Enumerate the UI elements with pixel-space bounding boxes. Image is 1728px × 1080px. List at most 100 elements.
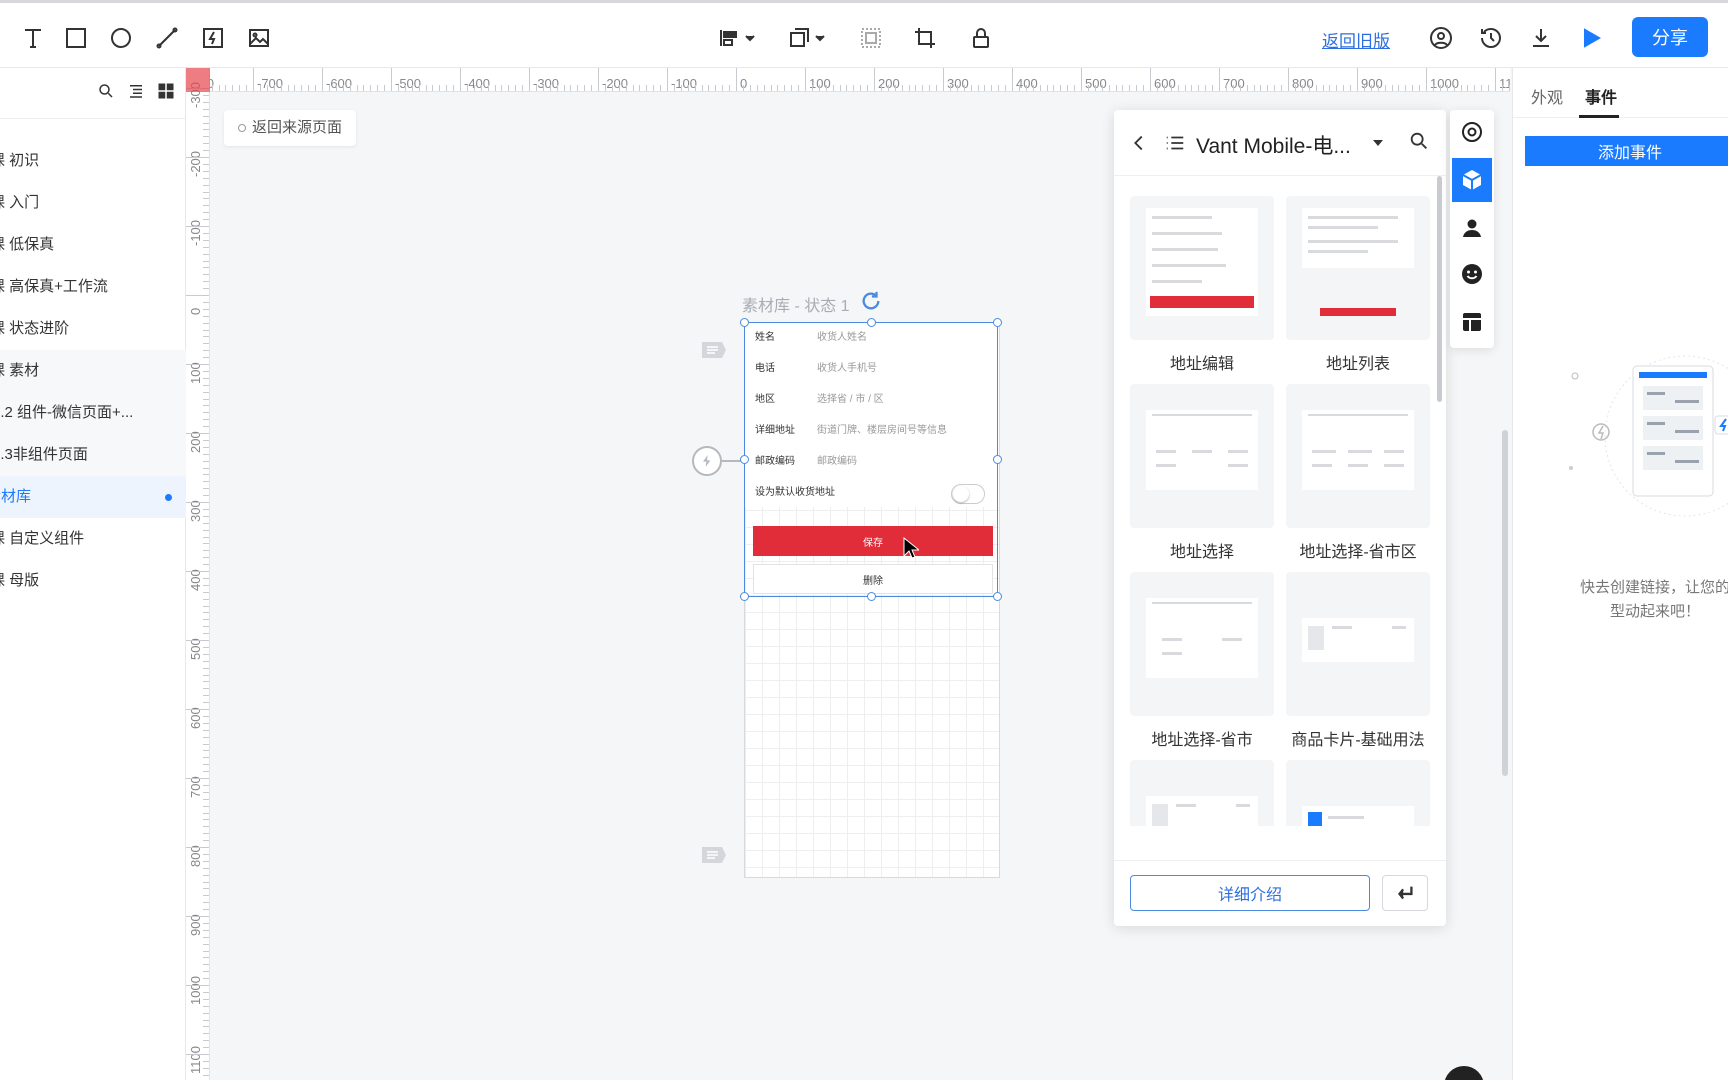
grid-icon[interactable] bbox=[157, 82, 175, 100]
page-item[interactable]: 课 素材 bbox=[0, 350, 186, 392]
ruler-tick-label: 700 bbox=[188, 776, 203, 798]
ruler-tick bbox=[203, 860, 209, 862]
field-placeholder: 邮政编码 bbox=[817, 456, 857, 467]
library-card[interactable]: 商品卡片-基础用法 bbox=[1286, 572, 1430, 750]
user-circle-icon[interactable] bbox=[1428, 25, 1454, 51]
ruler-tick bbox=[846, 85, 848, 91]
share-button[interactable]: 分享 bbox=[1632, 17, 1708, 57]
image-icon[interactable] bbox=[246, 25, 272, 51]
caret-down-icon[interactable] bbox=[1372, 136, 1384, 154]
ruler-tick bbox=[1163, 85, 1165, 91]
ruler-tick bbox=[529, 68, 530, 91]
interaction-bolt-icon[interactable] bbox=[692, 446, 722, 476]
line-icon[interactable] bbox=[154, 25, 180, 51]
ruler-tick bbox=[203, 943, 209, 945]
ruler-tick bbox=[203, 281, 209, 283]
search-icon[interactable] bbox=[1408, 130, 1430, 157]
library-card[interactable]: 地址选择-省市 bbox=[1130, 572, 1274, 750]
user-icon[interactable] bbox=[1452, 206, 1492, 250]
download-icon[interactable] bbox=[1528, 25, 1554, 51]
crop-icon[interactable] bbox=[912, 25, 938, 51]
back-old-version-link[interactable]: 返回旧版 bbox=[1322, 27, 1390, 52]
layout-icon[interactable] bbox=[1452, 300, 1492, 344]
save-button[interactable]: 保存 bbox=[753, 526, 993, 556]
help-badge[interactable] bbox=[1444, 1066, 1484, 1080]
detail-intro-button[interactable]: 详细介绍 bbox=[1130, 875, 1370, 911]
group-icon[interactable] bbox=[858, 25, 884, 51]
page-item[interactable]: 课 高保真+工作流 bbox=[0, 266, 186, 308]
ruler-tick-label: -600 bbox=[326, 76, 353, 91]
default-address-toggle[interactable] bbox=[951, 484, 985, 504]
ruler-tick-label: -400 bbox=[464, 76, 491, 91]
ruler-tick bbox=[1308, 85, 1310, 91]
ruler-tick bbox=[1184, 85, 1186, 91]
play-icon[interactable] bbox=[1578, 25, 1604, 51]
library-card[interactable] bbox=[1130, 760, 1274, 826]
page-item[interactable]: 课 初识 bbox=[0, 140, 186, 182]
ruler-tick bbox=[203, 1033, 209, 1035]
note-icon[interactable] bbox=[700, 845, 728, 865]
bolt-frame-icon[interactable] bbox=[200, 25, 226, 51]
page-item[interactable]: 2.2 组件-微信页面+... bbox=[0, 392, 186, 434]
page-item[interactable]: 课 状态进阶 bbox=[0, 308, 186, 350]
ruler-tick bbox=[1150, 68, 1151, 91]
form-row[interactable]: 电话 收货人手机号 bbox=[755, 354, 991, 384]
add-event-button[interactable]: 添加事件 bbox=[1525, 136, 1728, 166]
text-icon[interactable] bbox=[20, 25, 46, 51]
list-icon[interactable] bbox=[1164, 132, 1186, 159]
ruler-tick bbox=[494, 85, 496, 91]
library-card[interactable]: 地址选择 bbox=[1130, 384, 1274, 562]
ruler-tick-label: -200 bbox=[602, 76, 629, 91]
page-item-active[interactable]: 素材库 bbox=[0, 476, 186, 518]
emoji-icon[interactable] bbox=[1452, 252, 1492, 296]
canvas-scrollbar[interactable] bbox=[1502, 430, 1508, 776]
search-icon[interactable] bbox=[97, 82, 115, 100]
ruler-tick bbox=[203, 950, 209, 952]
library-card[interactable]: 地址编辑 bbox=[1130, 196, 1274, 374]
align-dropdown-icon[interactable] bbox=[718, 25, 758, 51]
form-row[interactable]: 姓名 收货人姓名 bbox=[755, 323, 991, 353]
form-row[interactable]: 地区 选择省 / 市 / 区 bbox=[755, 385, 991, 415]
form-row[interactable]: 邮政编码 邮政编码 bbox=[755, 447, 991, 477]
target-icon[interactable] bbox=[1452, 110, 1492, 154]
form-row[interactable]: 设为默认收货地址 bbox=[755, 478, 991, 508]
library-card[interactable]: 地址列表 bbox=[1286, 196, 1430, 374]
page-item[interactable]: 课 母版 bbox=[0, 560, 186, 602]
ruler-tick bbox=[791, 85, 793, 91]
page-item[interactable]: 2.3非组件页面 bbox=[0, 434, 186, 476]
ruler-tick bbox=[1281, 85, 1283, 91]
page-item[interactable]: 课 入门 bbox=[0, 182, 186, 224]
ruler-tick bbox=[784, 85, 786, 91]
arrange-dropdown-icon[interactable] bbox=[788, 25, 828, 51]
ruler-tick bbox=[715, 85, 717, 91]
note-icon[interactable] bbox=[700, 340, 728, 360]
page-item[interactable]: 课 低保真 bbox=[0, 224, 186, 266]
history-icon[interactable] bbox=[1478, 25, 1504, 51]
vertical-ruler: -300 -200 -100 0 100 200 300 400 500 600 700 800 900… bbox=[186, 68, 210, 1080]
ruler-tick bbox=[203, 177, 209, 179]
back-to-source-button[interactable]: 返回来源页面 bbox=[224, 110, 357, 146]
page-item[interactable]: 课 自定义组件 bbox=[0, 518, 186, 560]
circle-icon[interactable] bbox=[108, 25, 134, 51]
ruler-tick bbox=[501, 85, 503, 91]
library-card[interactable]: 地址选择-省市区 bbox=[1286, 384, 1430, 562]
delete-button[interactable]: 删除 bbox=[753, 564, 993, 594]
enter-icon[interactable] bbox=[1382, 875, 1428, 911]
ruler-tick bbox=[203, 681, 209, 683]
refresh-icon[interactable] bbox=[860, 290, 882, 312]
library-card[interactable] bbox=[1286, 760, 1430, 826]
library-scrollbar[interactable] bbox=[1437, 176, 1442, 402]
library-title[interactable]: Vant Mobile-电... bbox=[1196, 130, 1351, 160]
back-chevron-icon[interactable] bbox=[1128, 132, 1150, 159]
card-thumbnail bbox=[1130, 384, 1274, 528]
form-row[interactable]: 详细地址 街道门牌、楼层房间号等信息 bbox=[755, 416, 991, 446]
ruler-tick bbox=[1501, 85, 1503, 91]
tab-events[interactable]: 事件 bbox=[1585, 84, 1617, 108]
rectangle-icon[interactable] bbox=[63, 25, 89, 51]
tab-appearance[interactable]: 外观 bbox=[1531, 84, 1563, 108]
outline-icon[interactable] bbox=[127, 82, 145, 100]
lock-icon[interactable] bbox=[968, 25, 994, 51]
phone-artboard[interactable]: 姓名 收货人姓名 电话 收货人手机号 地区 选择省 / 市 / 区 详细地址 街道门牌、… bbox=[744, 322, 1000, 878]
component-box-icon[interactable] bbox=[1452, 158, 1492, 202]
ruler-tick bbox=[203, 150, 209, 152]
